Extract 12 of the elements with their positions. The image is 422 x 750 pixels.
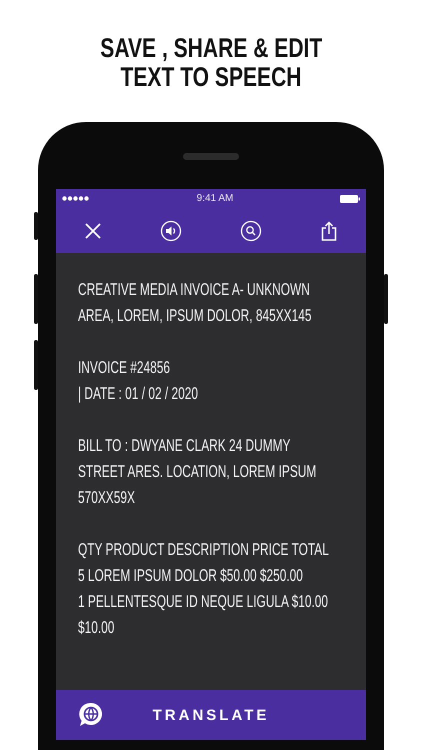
document-paragraph: CREATIVE MEDIA INVOICE A- UNKNOWN AREA, LOREM, IPSUM DOLOR, 845XX145 [78,279,312,327]
document-paragraph: QTY PRODUCT DESCRIPTION PRICE TOTAL 5 LOREM IPSUM DOLOR $50.00 $250.00 1 PELLENTESQUE ID NEQUE LIGULA $10.00 $10.00 [78,539,329,639]
headline: SAVE , SHARE & EDIT [100,34,322,63]
speaker-slot [183,153,239,160]
document-paragraph: INVOICE #24856 | DATE : 01 / 02 / 2020 [78,357,198,405]
translate-button[interactable]: TRANSLATE [104,706,318,724]
battery-icon [340,194,360,202]
status-time: 9:41 AM [196,193,234,204]
signal-icon [62,196,90,201]
globe-chat-icon[interactable] [78,702,104,728]
document-paragraph: BILL TO : DWYANE CLARK 24 DUMMY STREET ARES. LOCATION, LOREM IPSUM 570XX59X [78,435,316,509]
headline: TEXT TO SPEECH [120,63,302,92]
